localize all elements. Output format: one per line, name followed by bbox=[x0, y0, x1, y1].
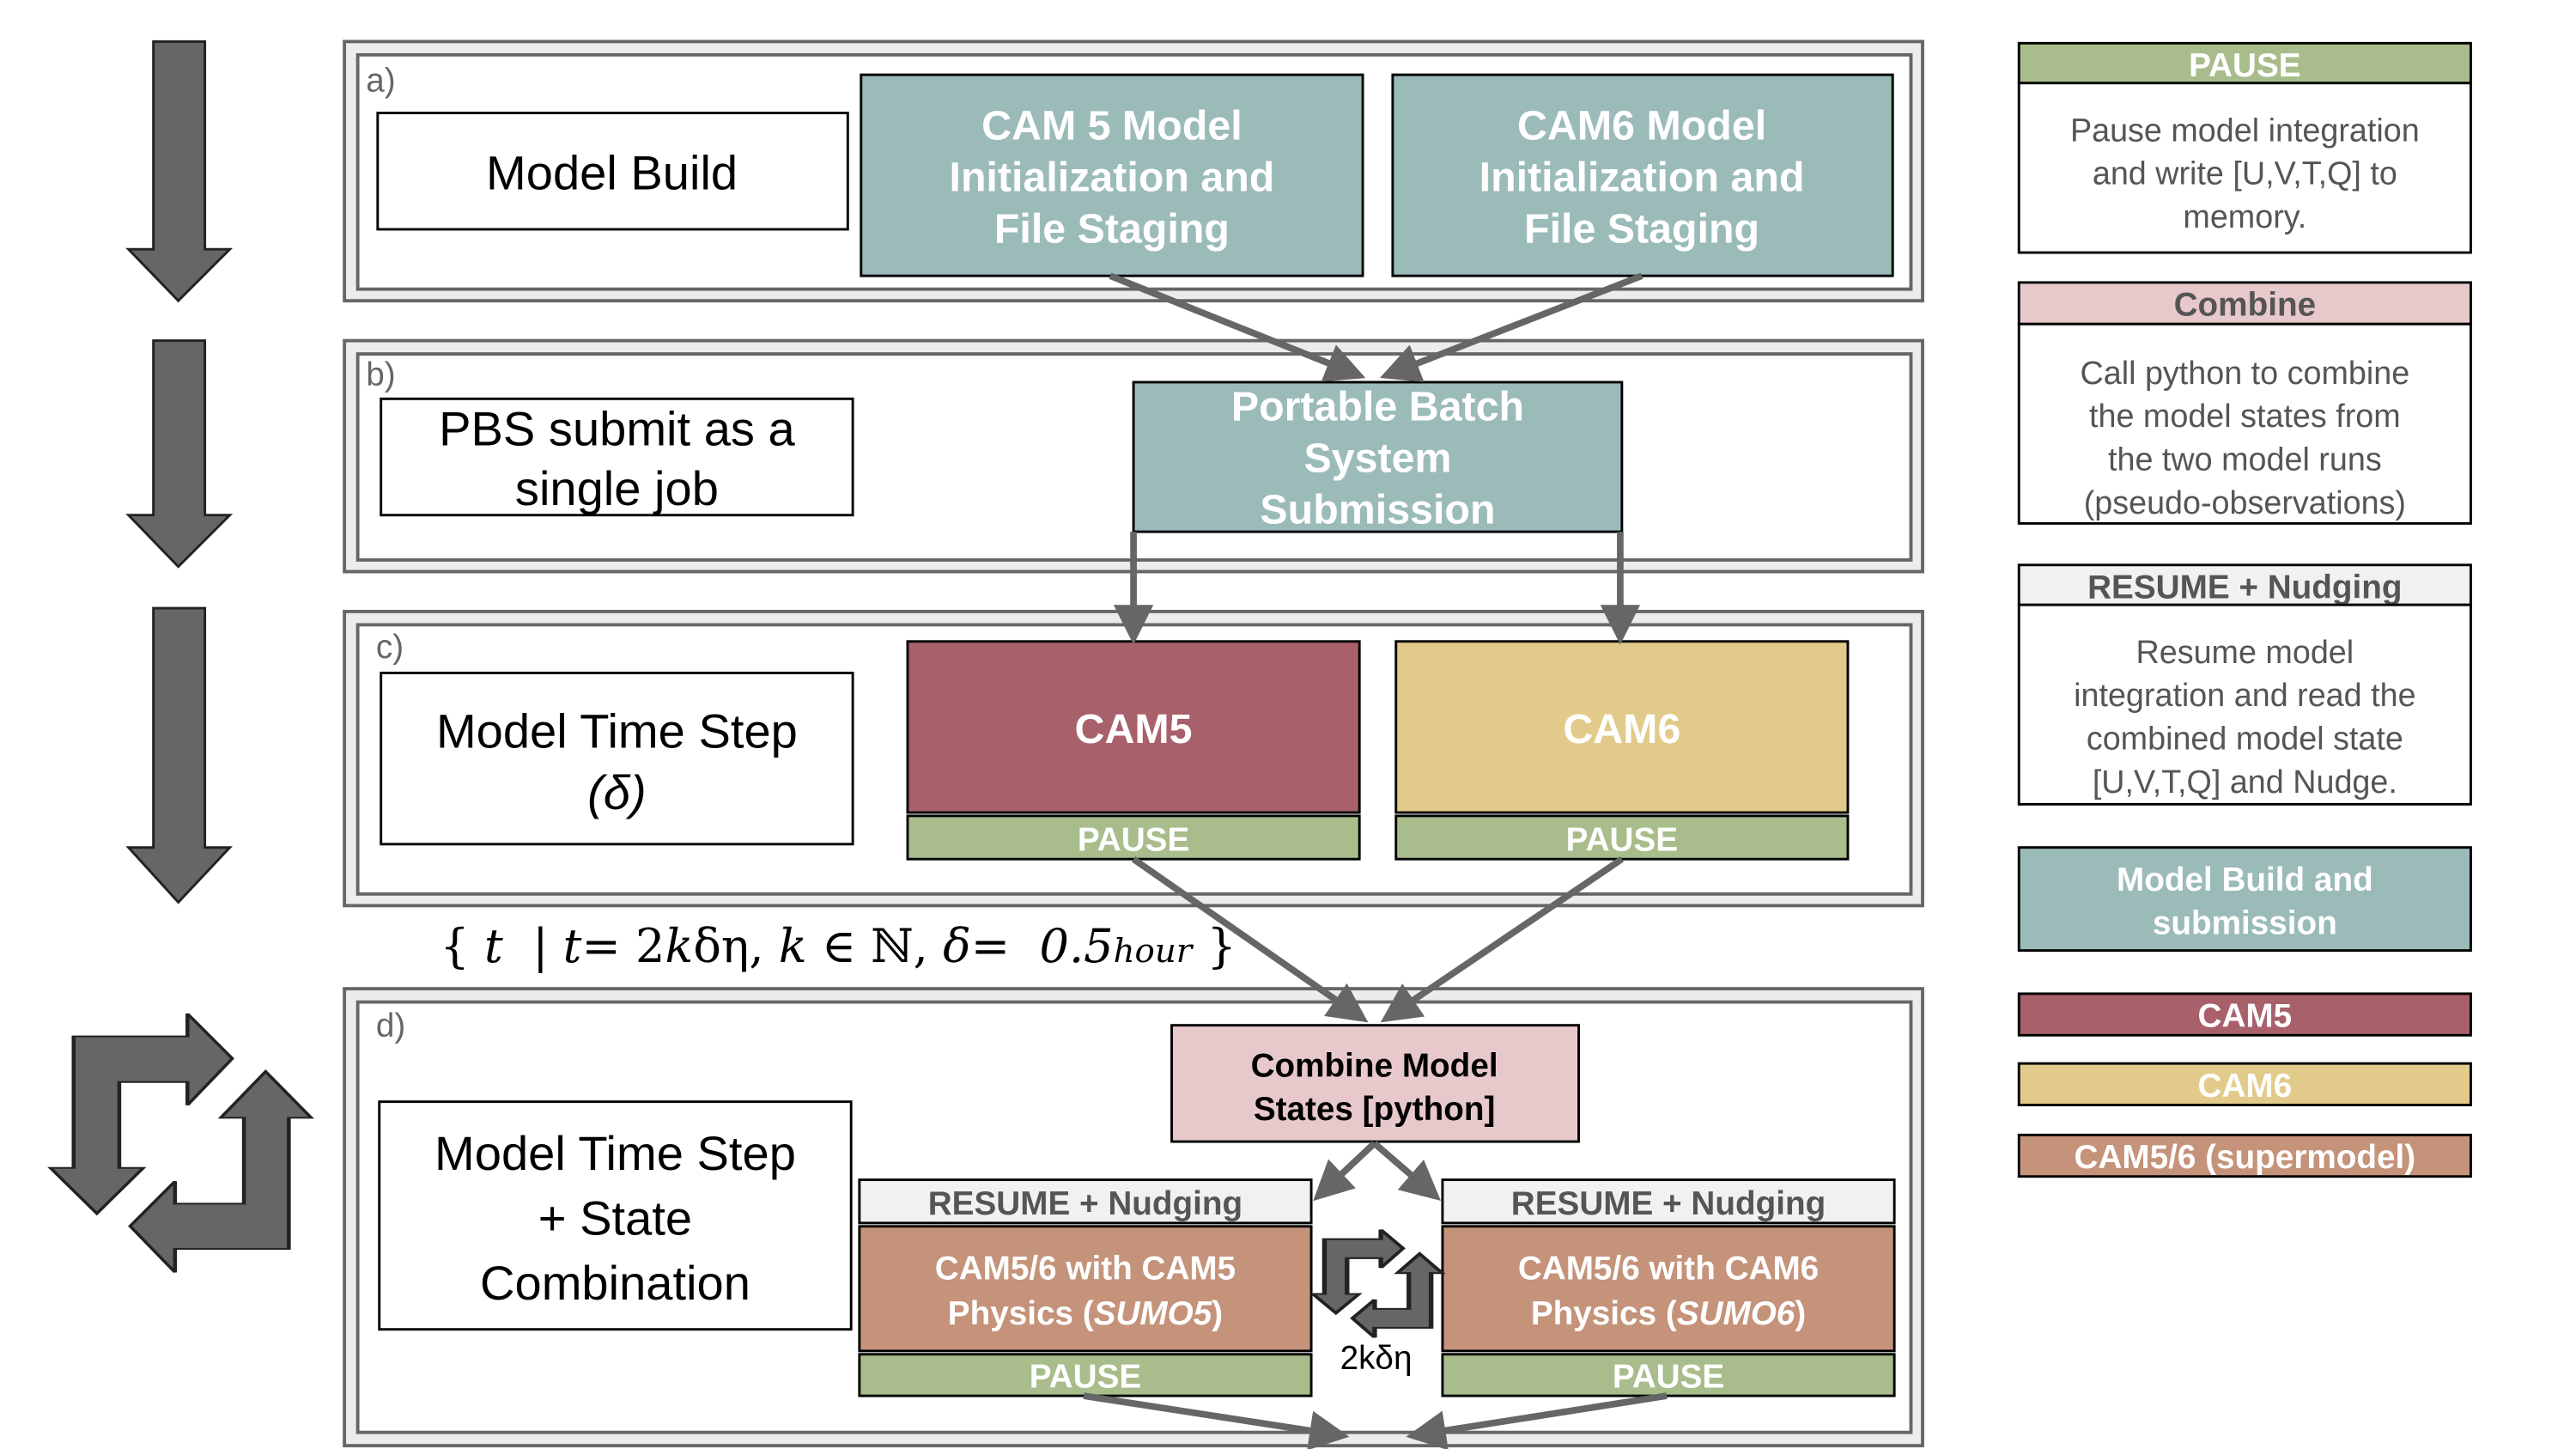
cam6-box: CAM6 bbox=[1563, 706, 1680, 752]
sumo6-line: CAM5/6 with CAM6 bbox=[1518, 1251, 1819, 1288]
legend: PAUSE Pause model integration and write … bbox=[2017, 41, 2472, 1178]
panel-a: a) Model Build CAM 5 Model Initializatio… bbox=[343, 40, 1924, 303]
down-arrow-icon bbox=[125, 339, 234, 569]
formula-part: k bbox=[779, 919, 807, 973]
legend-pause-text: memory. bbox=[2183, 198, 2306, 234]
model-build-step: Model Build bbox=[486, 146, 738, 200]
formula-part: δ bbox=[943, 919, 971, 973]
panel-label: c) bbox=[376, 629, 404, 666]
cam6-init-line: Initialization and bbox=[1479, 154, 1805, 200]
resume-bar: RESUME + Nudging bbox=[1511, 1185, 1826, 1222]
legend-resume-text: [U,V,T,Q] and Nudge. bbox=[2093, 764, 2397, 800]
legend-pause-text: Pause model integration bbox=[2070, 112, 2420, 148]
pause-bar: PAUSE bbox=[1566, 822, 1678, 859]
down-arrow-icon bbox=[125, 606, 233, 904]
cam5-box: CAM5 bbox=[1075, 706, 1193, 752]
cam5-init-line: File Staging bbox=[994, 205, 1230, 252]
legend-resume-title: RESUME + Nudging bbox=[2087, 569, 2402, 606]
timestep-formula: { t | t= 2kδη, k ∈ ℕ, δ= 0.5hour } bbox=[366, 919, 1280, 973]
combine-line: Combine Model bbox=[1251, 1048, 1498, 1085]
pbs-box-line: Submission bbox=[1260, 486, 1495, 533]
legend-cam5: CAM5 bbox=[2198, 998, 2293, 1035]
pause-bar: PAUSE bbox=[1030, 1358, 1141, 1395]
legend-combine-title: Combine bbox=[2174, 287, 2317, 324]
timestep-combination-line: + State bbox=[538, 1190, 692, 1245]
pbs-step-line: single job bbox=[515, 461, 719, 515]
legend-supermodel: CAM5/6 (supermodel) bbox=[2075, 1139, 2416, 1176]
legend-resume-text: integration and read the bbox=[2074, 677, 2415, 713]
legend-pause-title: PAUSE bbox=[2189, 47, 2300, 84]
timestep-combination-line: Combination bbox=[480, 1256, 750, 1310]
cam5-init-line: Initialization and bbox=[950, 154, 1275, 200]
supermodel-workflow-diagram: a) Model Build CAM 5 Model Initializatio… bbox=[0, 40, 2472, 1449]
panel-label: d) bbox=[376, 1008, 405, 1044]
sumo5-line: Physics (SUMO5) bbox=[948, 1295, 1223, 1332]
formula-part: t bbox=[563, 919, 582, 973]
combine-line: States [python] bbox=[1254, 1091, 1496, 1128]
legend-build: Model Build and bbox=[2117, 861, 2373, 898]
legend-combine-text: the two model runs bbox=[2108, 441, 2382, 478]
pbs-box-line: System bbox=[1303, 435, 1451, 481]
panel-label: a) bbox=[366, 62, 395, 99]
pause-bar: PAUSE bbox=[1613, 1358, 1724, 1395]
panel-label: b) bbox=[366, 356, 395, 393]
formula-part: k bbox=[665, 919, 694, 973]
pause-bar: PAUSE bbox=[1078, 822, 1189, 859]
formula-part: ∈ ℕ, bbox=[807, 919, 943, 973]
legend-cam6: CAM6 bbox=[2198, 1068, 2293, 1105]
formula-part: = 2 bbox=[581, 919, 665, 973]
legend-pause-text: and write [U,V,T,Q] to bbox=[2093, 155, 2397, 192]
sumo5-line: CAM5/6 with CAM5 bbox=[935, 1251, 1236, 1288]
timestep-line: (δ) bbox=[587, 765, 647, 819]
legend-combine-text: Call python to combine bbox=[2080, 355, 2409, 391]
legend-combine-text: the model states from bbox=[2089, 398, 2401, 434]
pbs-box-line: Portable Batch bbox=[1231, 383, 1524, 429]
cam5-init-line: CAM 5 Model bbox=[981, 103, 1242, 149]
cam6-init-line: CAM6 Model bbox=[1517, 103, 1766, 149]
legend-combine-text: (pseudo-observations) bbox=[2084, 484, 2406, 521]
timestep-combination-line: Model Time Step bbox=[434, 1126, 796, 1180]
cycle-arrows-icon bbox=[51, 1014, 312, 1272]
down-arrow-icon bbox=[125, 40, 234, 303]
formula-part: t bbox=[484, 919, 503, 973]
sumo6-line: Physics (SUMO6) bbox=[1531, 1295, 1806, 1332]
formula-part: δη, bbox=[693, 919, 778, 973]
formula-part: | bbox=[503, 919, 563, 973]
legend-resume-text: Resume model bbox=[2136, 634, 2354, 670]
legend-resume-text: combined model state bbox=[2087, 721, 2403, 757]
panel-d: d) Model Time Step + State Combination C… bbox=[343, 987, 1924, 1448]
resume-bar: RESUME + Nudging bbox=[928, 1185, 1242, 1222]
cam6-init-line: File Staging bbox=[1524, 205, 1759, 252]
formula-part: = 0.5 bbox=[971, 919, 1114, 973]
timestep-line: Model Time Step bbox=[436, 704, 798, 758]
legend-build: submission bbox=[2153, 904, 2337, 941]
coupling-interval: 2kδη bbox=[1340, 1340, 1413, 1377]
pbs-step-line: PBS submit as a bbox=[439, 401, 795, 455]
formula-part: hour bbox=[1114, 932, 1194, 971]
formula-part: { bbox=[440, 919, 484, 973]
